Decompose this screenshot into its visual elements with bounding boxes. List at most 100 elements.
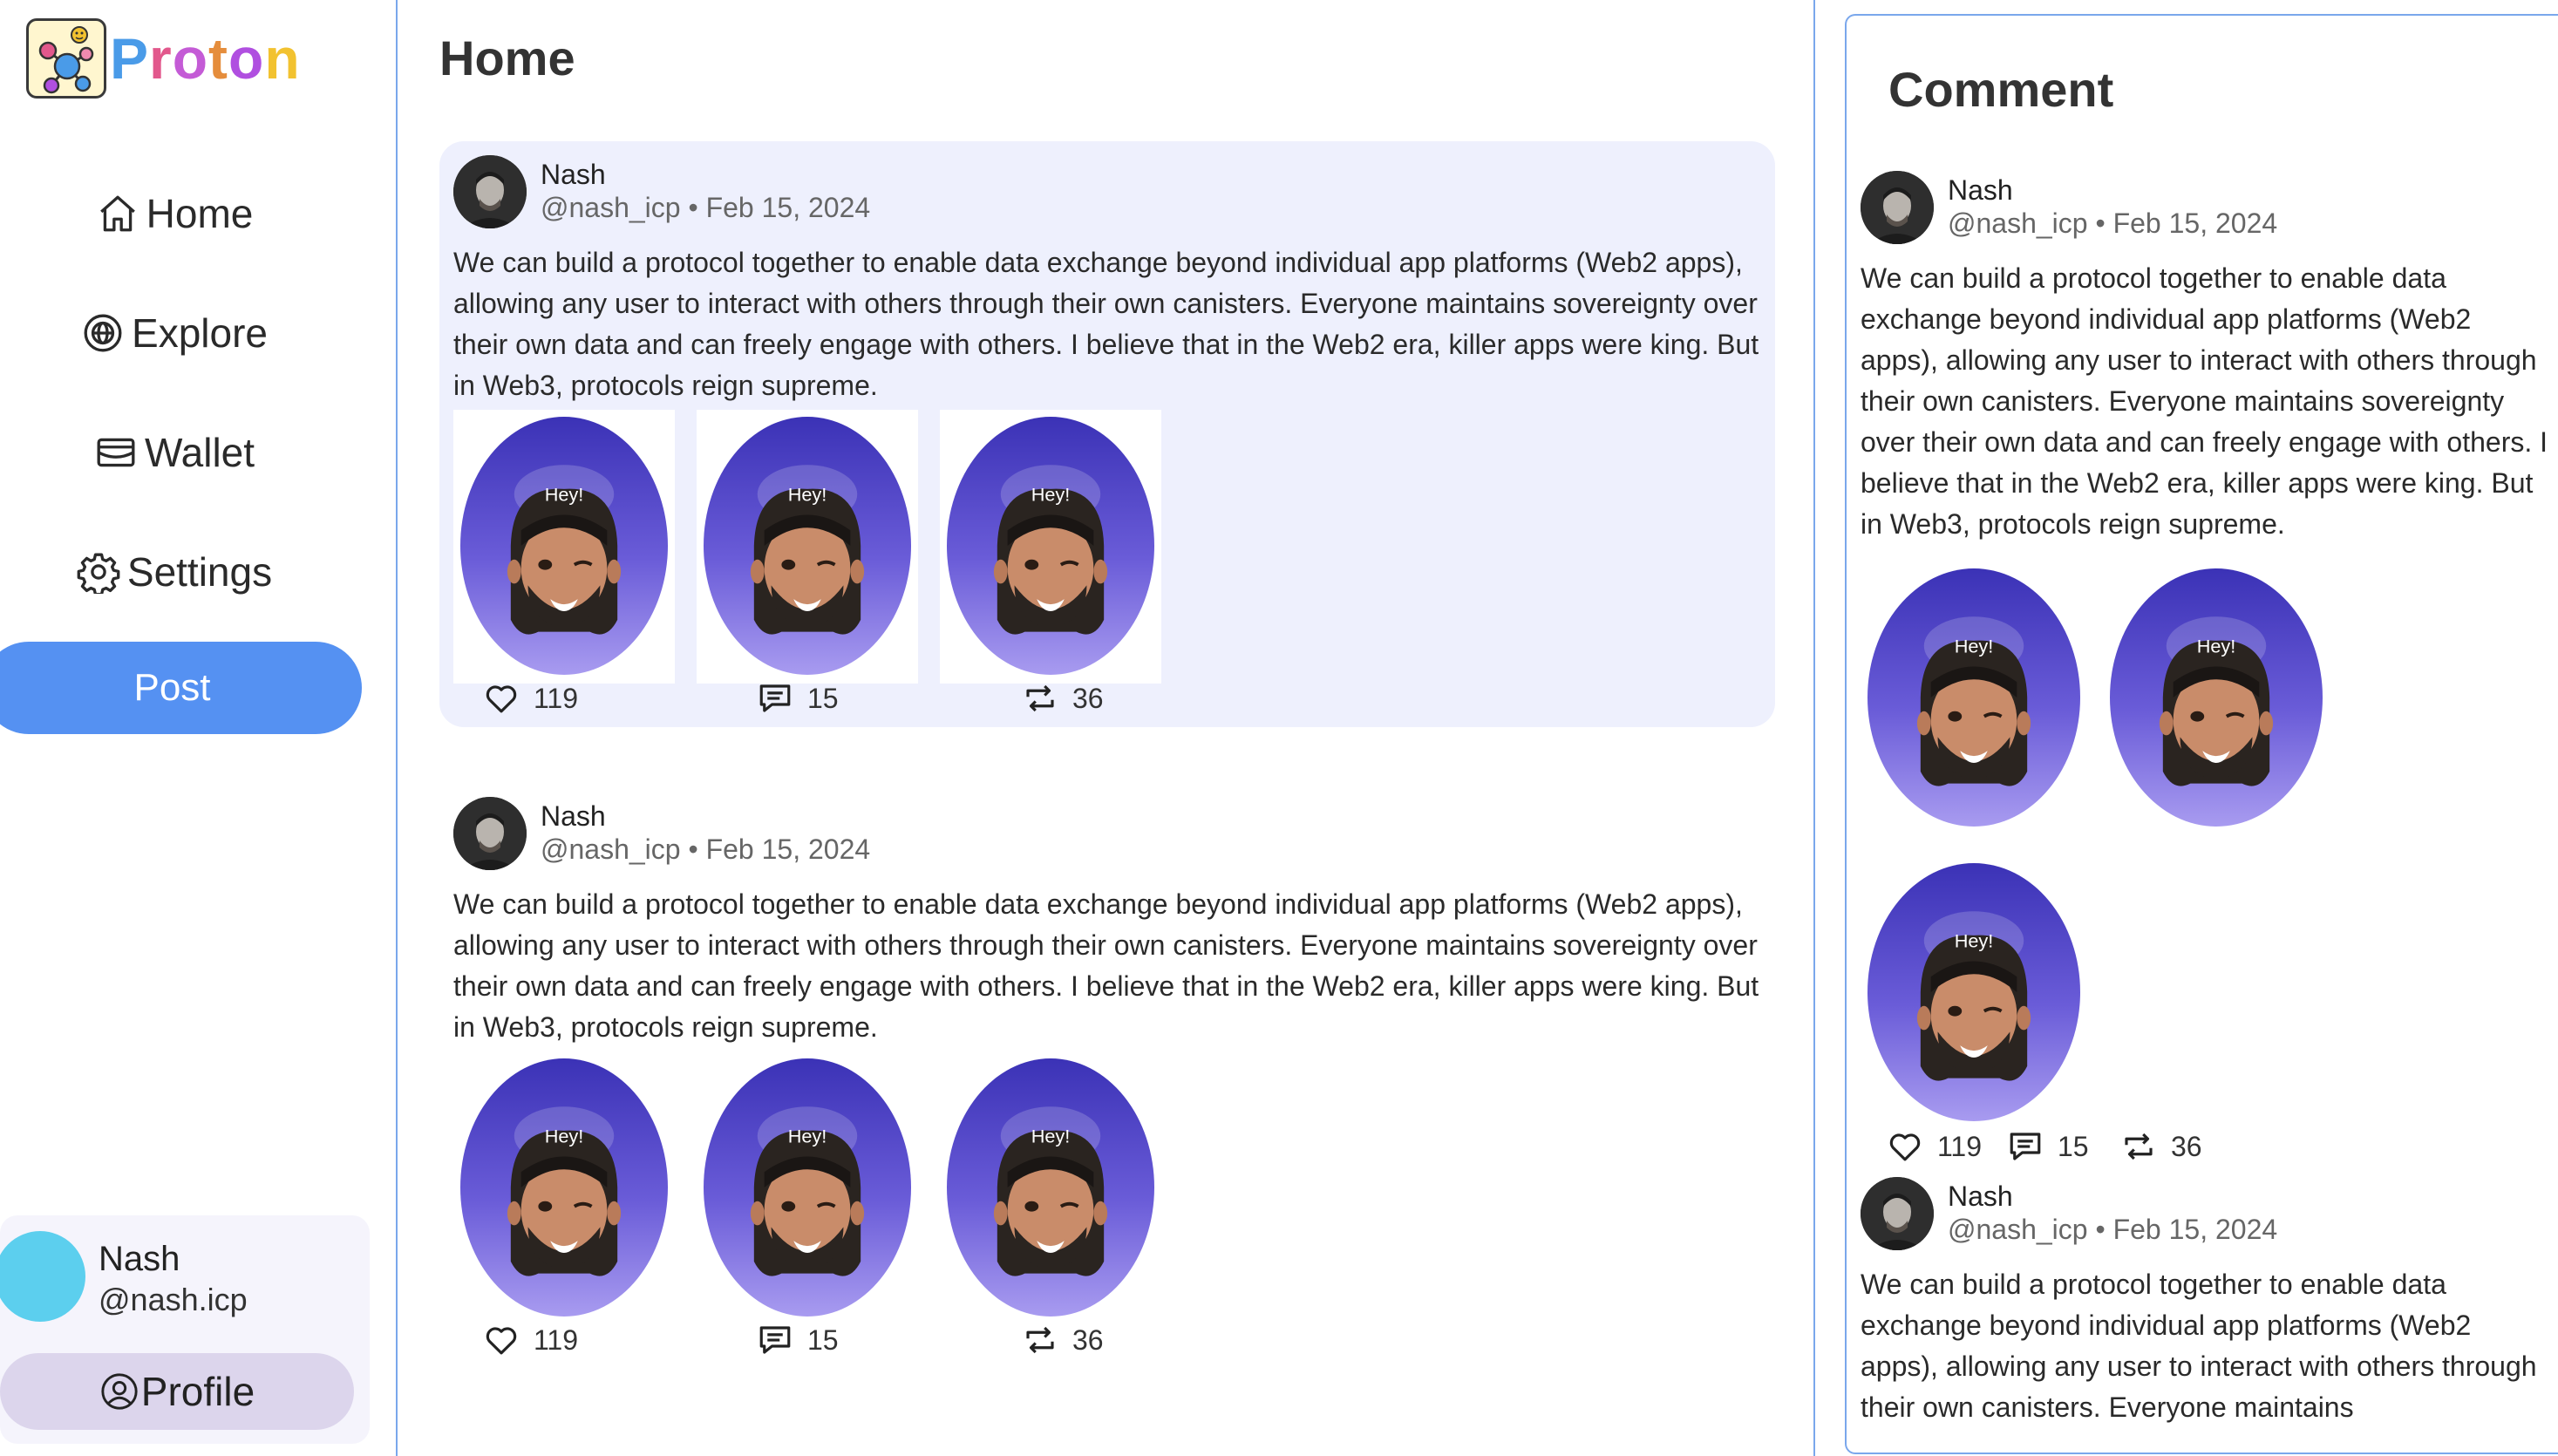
memoji-face: Hey!: [750, 1106, 865, 1276]
post-image[interactable]: Hey!: [453, 410, 675, 684]
memoji-face: Hey!: [507, 1106, 622, 1276]
post-image[interactable]: Hey!: [2110, 568, 2323, 827]
app-name-letter: t: [208, 26, 229, 91]
comment-button[interactable]: 15: [2007, 1128, 2089, 1165]
logo-icon: [26, 18, 106, 99]
user-name: Nash: [99, 1240, 180, 1278]
post-image[interactable]: Hey!: [453, 1051, 675, 1325]
nav-item-home[interactable]: Home: [0, 174, 349, 253]
post-author-avatar[interactable]: [1861, 1177, 1934, 1250]
image-caption: Hey!: [788, 1126, 827, 1147]
heart-icon: [486, 1327, 517, 1355]
app-name-letter: o: [172, 26, 209, 91]
comment-count: 15: [807, 1323, 839, 1356]
nav-item-settings[interactable]: Settings: [0, 533, 349, 611]
user-handle: @nash.icp: [99, 1282, 248, 1317]
comment-post[interactable]: Nash @nash_icp • Feb 15, 2024 We can bui…: [1861, 171, 2549, 1162]
post-author-name[interactable]: Nash: [541, 159, 606, 191]
comment-panel-title: Comment: [1888, 62, 2114, 117]
post-meta: @nash_icp • Feb 15, 2024: [541, 192, 871, 223]
post-image[interactable]: Hey!: [1867, 863, 2080, 1121]
comment-post[interactable]: Nash @nash_icp • Feb 15, 2024 We can bui…: [1861, 1177, 2549, 1453]
nav-label: Wallet: [144, 430, 255, 475]
post-image[interactable]: Hey!: [697, 1051, 918, 1325]
nav-label: Explore: [132, 310, 268, 356]
memoji-face: Hey!: [750, 465, 865, 635]
gear-icon: [77, 553, 120, 594]
post-author-avatar[interactable]: [453, 155, 527, 228]
post-meta: @nash_icp • Feb 15, 2024: [1948, 208, 2278, 239]
memoji-image: Hey!: [947, 417, 1154, 675]
post-button[interactable]: Post: [0, 642, 362, 734]
nav-item-explore[interactable]: Explore: [0, 294, 349, 372]
repost-button[interactable]: 36: [1022, 1322, 1104, 1358]
nav-label: Home: [146, 191, 254, 236]
repost-icon: [2125, 1133, 2153, 1160]
memoji-image: Hey!: [704, 1058, 911, 1317]
post-meta: @nash_icp • Feb 15, 2024: [541, 833, 871, 865]
app-name-letter: n: [264, 26, 301, 91]
comment-icon: [2010, 1133, 2041, 1160]
profile-button[interactable]: Profile: [0, 1353, 354, 1430]
page-title: Home: [439, 31, 575, 85]
repost-button[interactable]: 36: [1022, 680, 1104, 717]
post-image[interactable]: Hey!: [1867, 568, 2080, 827]
comment-count: 15: [807, 682, 839, 714]
like-count: 119: [534, 1323, 579, 1356]
memoji-image: Hey!: [460, 417, 668, 675]
like-button[interactable]: 119: [1887, 1128, 1982, 1165]
home-feed: Home Nash @nash_icp • Feb 15, 2024 We ca…: [399, 0, 1815, 1456]
image-caption: Hey!: [545, 1126, 584, 1147]
repost-count: 36: [2171, 1130, 2202, 1162]
memoji-image: Hey!: [460, 1058, 668, 1317]
image-caption: Hey!: [1031, 484, 1071, 506]
image-caption: Hey!: [788, 484, 827, 506]
repost-icon: [1026, 684, 1054, 712]
memoji-face: Hey!: [1916, 911, 2031, 1081]
app-logo[interactable]: Proton: [26, 17, 301, 99]
like-count: 119: [534, 682, 579, 714]
post-text: We can build a protocol together to enab…: [453, 888, 1759, 1043]
feed-post[interactable]: Nash @nash_icp • Feb 15, 2024 We can bui…: [439, 783, 1775, 1369]
post-meta: @nash_icp • Feb 15, 2024: [1948, 1214, 2278, 1245]
memoji-face: Hey!: [993, 1106, 1108, 1276]
user-circle-icon: [101, 1373, 138, 1410]
post-text: We can build a protocol together to enab…: [1861, 1269, 2537, 1423]
repost-icon: [1026, 1326, 1054, 1354]
comment-count: 15: [2058, 1130, 2089, 1162]
heart-icon: [486, 685, 517, 713]
app-name-letter: o: [228, 26, 265, 91]
image-caption: Hey!: [545, 484, 584, 506]
post-author-avatar[interactable]: [1861, 171, 1934, 244]
like-button[interactable]: 119: [483, 1322, 578, 1358]
globe-icon: [84, 314, 122, 352]
post-image[interactable]: Hey!: [940, 410, 1161, 684]
post-author-name[interactable]: Nash: [1948, 1180, 2013, 1213]
repost-button[interactable]: 36: [2120, 1128, 2202, 1165]
repost-count: 36: [1072, 1323, 1104, 1356]
post-text: We can build a protocol together to enab…: [1861, 262, 2548, 540]
nav-item-wallet[interactable]: Wallet: [0, 413, 349, 492]
image-caption: Hey!: [1955, 930, 1994, 952]
post-author-name[interactable]: Nash: [541, 800, 606, 833]
memoji-face: Hey!: [993, 465, 1108, 635]
wallet-icon: [97, 438, 135, 467]
post-author-avatar[interactable]: [453, 797, 527, 870]
feed-post[interactable]: Nash @nash_icp • Feb 15, 2024 We can bui…: [439, 141, 1775, 727]
sidebar: Proton Home Explore Wallet Settings Post…: [0, 0, 398, 1456]
comment-button[interactable]: 15: [757, 1322, 839, 1358]
like-count: 119: [1937, 1130, 1983, 1162]
like-button[interactable]: 119: [483, 680, 578, 717]
post-text: We can build a protocol together to enab…: [453, 247, 1759, 401]
post-image[interactable]: Hey!: [697, 410, 918, 684]
avatar[interactable]: [0, 1231, 85, 1322]
comment-icon: [759, 1326, 791, 1354]
app-name-letter: P: [110, 26, 150, 91]
post-image[interactable]: Hey!: [940, 1051, 1161, 1325]
nav-label: Settings: [126, 549, 273, 595]
image-caption: Hey!: [1031, 1126, 1071, 1147]
current-user-card: Nash @nash.icp Profile: [0, 1215, 370, 1444]
comment-button[interactable]: 15: [757, 680, 839, 717]
profile-label: Profile: [140, 1369, 255, 1414]
post-author-name[interactable]: Nash: [1948, 174, 2013, 207]
